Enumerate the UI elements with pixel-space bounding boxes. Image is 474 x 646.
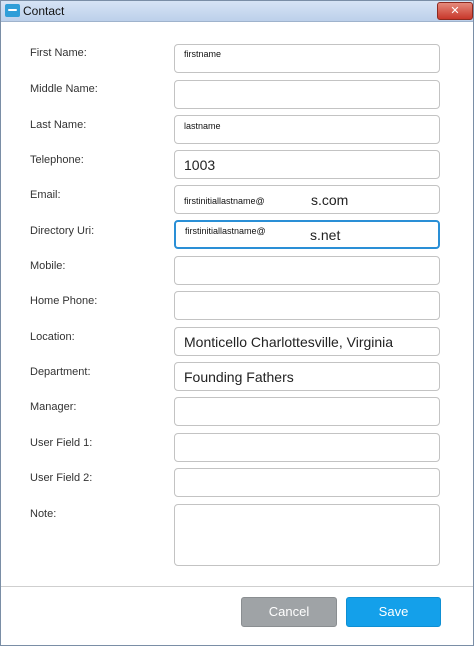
note-label: Note: (30, 508, 57, 520)
last-name-label: Last Name: (30, 119, 87, 131)
directory-uri-value-end: s.net (310, 227, 341, 243)
title-bar[interactable]: Contact ✕ (1, 1, 473, 22)
email-value-end: s.com (311, 192, 349, 208)
footer-divider (1, 586, 473, 587)
mobile-label: Mobile: (30, 260, 66, 272)
location-value: Monticello Charlottesville, Virginia (184, 334, 394, 350)
home-phone-label: Home Phone: (30, 295, 98, 307)
first-name-label: First Name: (30, 47, 87, 59)
telephone-value: 1003 (184, 157, 216, 173)
redaction-mask (293, 47, 433, 69)
note-textarea[interactable] (174, 504, 440, 566)
window-title: Contact (23, 4, 65, 18)
close-button[interactable]: ✕ (437, 2, 473, 20)
location-label: Location: (30, 331, 75, 343)
location-field[interactable]: Monticello Charlottesville, Virginia (174, 327, 440, 356)
email-value-start: firstinitiallastname@ (184, 196, 265, 206)
manager-label: Manager: (30, 401, 77, 413)
middle-name-label: Middle Name: (30, 83, 98, 95)
email-label: Email: (30, 189, 61, 201)
user-field-1-field[interactable] (174, 433, 440, 462)
directory-uri-field[interactable]: firstinitiallastname@ s.net (174, 220, 440, 249)
telephone-field[interactable]: 1003 (174, 150, 440, 179)
telephone-label: Telephone: (30, 154, 84, 166)
save-button[interactable]: Save (346, 597, 441, 627)
redaction-mask (279, 188, 311, 210)
redaction-mask (280, 223, 310, 245)
manager-field[interactable] (174, 397, 440, 426)
department-label: Department: (30, 366, 91, 378)
home-phone-field[interactable] (174, 291, 440, 320)
contact-dialog: Contact ✕ First Name: firstname Middle N… (0, 0, 474, 646)
last-name-value: lastname (184, 121, 221, 131)
user-field-2-label: User Field 2: (30, 472, 93, 484)
mobile-field[interactable] (174, 256, 440, 285)
last-name-field[interactable]: lastname (174, 115, 440, 144)
app-icon (5, 4, 20, 17)
directory-uri-value-start: firstinitiallastname@ (185, 226, 266, 236)
first-name-field[interactable]: firstname (174, 44, 440, 73)
directory-uri-label: Directory Uri: (30, 225, 95, 237)
department-field[interactable]: Founding Fathers (174, 362, 440, 391)
middle-name-field[interactable] (174, 80, 440, 109)
user-field-2-field[interactable] (174, 468, 440, 497)
cancel-button[interactable]: Cancel (241, 597, 337, 627)
first-name-value: firstname (184, 49, 222, 59)
email-field[interactable]: firstinitiallastname@ s.com (174, 185, 440, 214)
redaction-mask (285, 118, 431, 140)
user-field-1-label: User Field 1: (30, 437, 93, 449)
department-value: Founding Fathers (184, 369, 294, 385)
